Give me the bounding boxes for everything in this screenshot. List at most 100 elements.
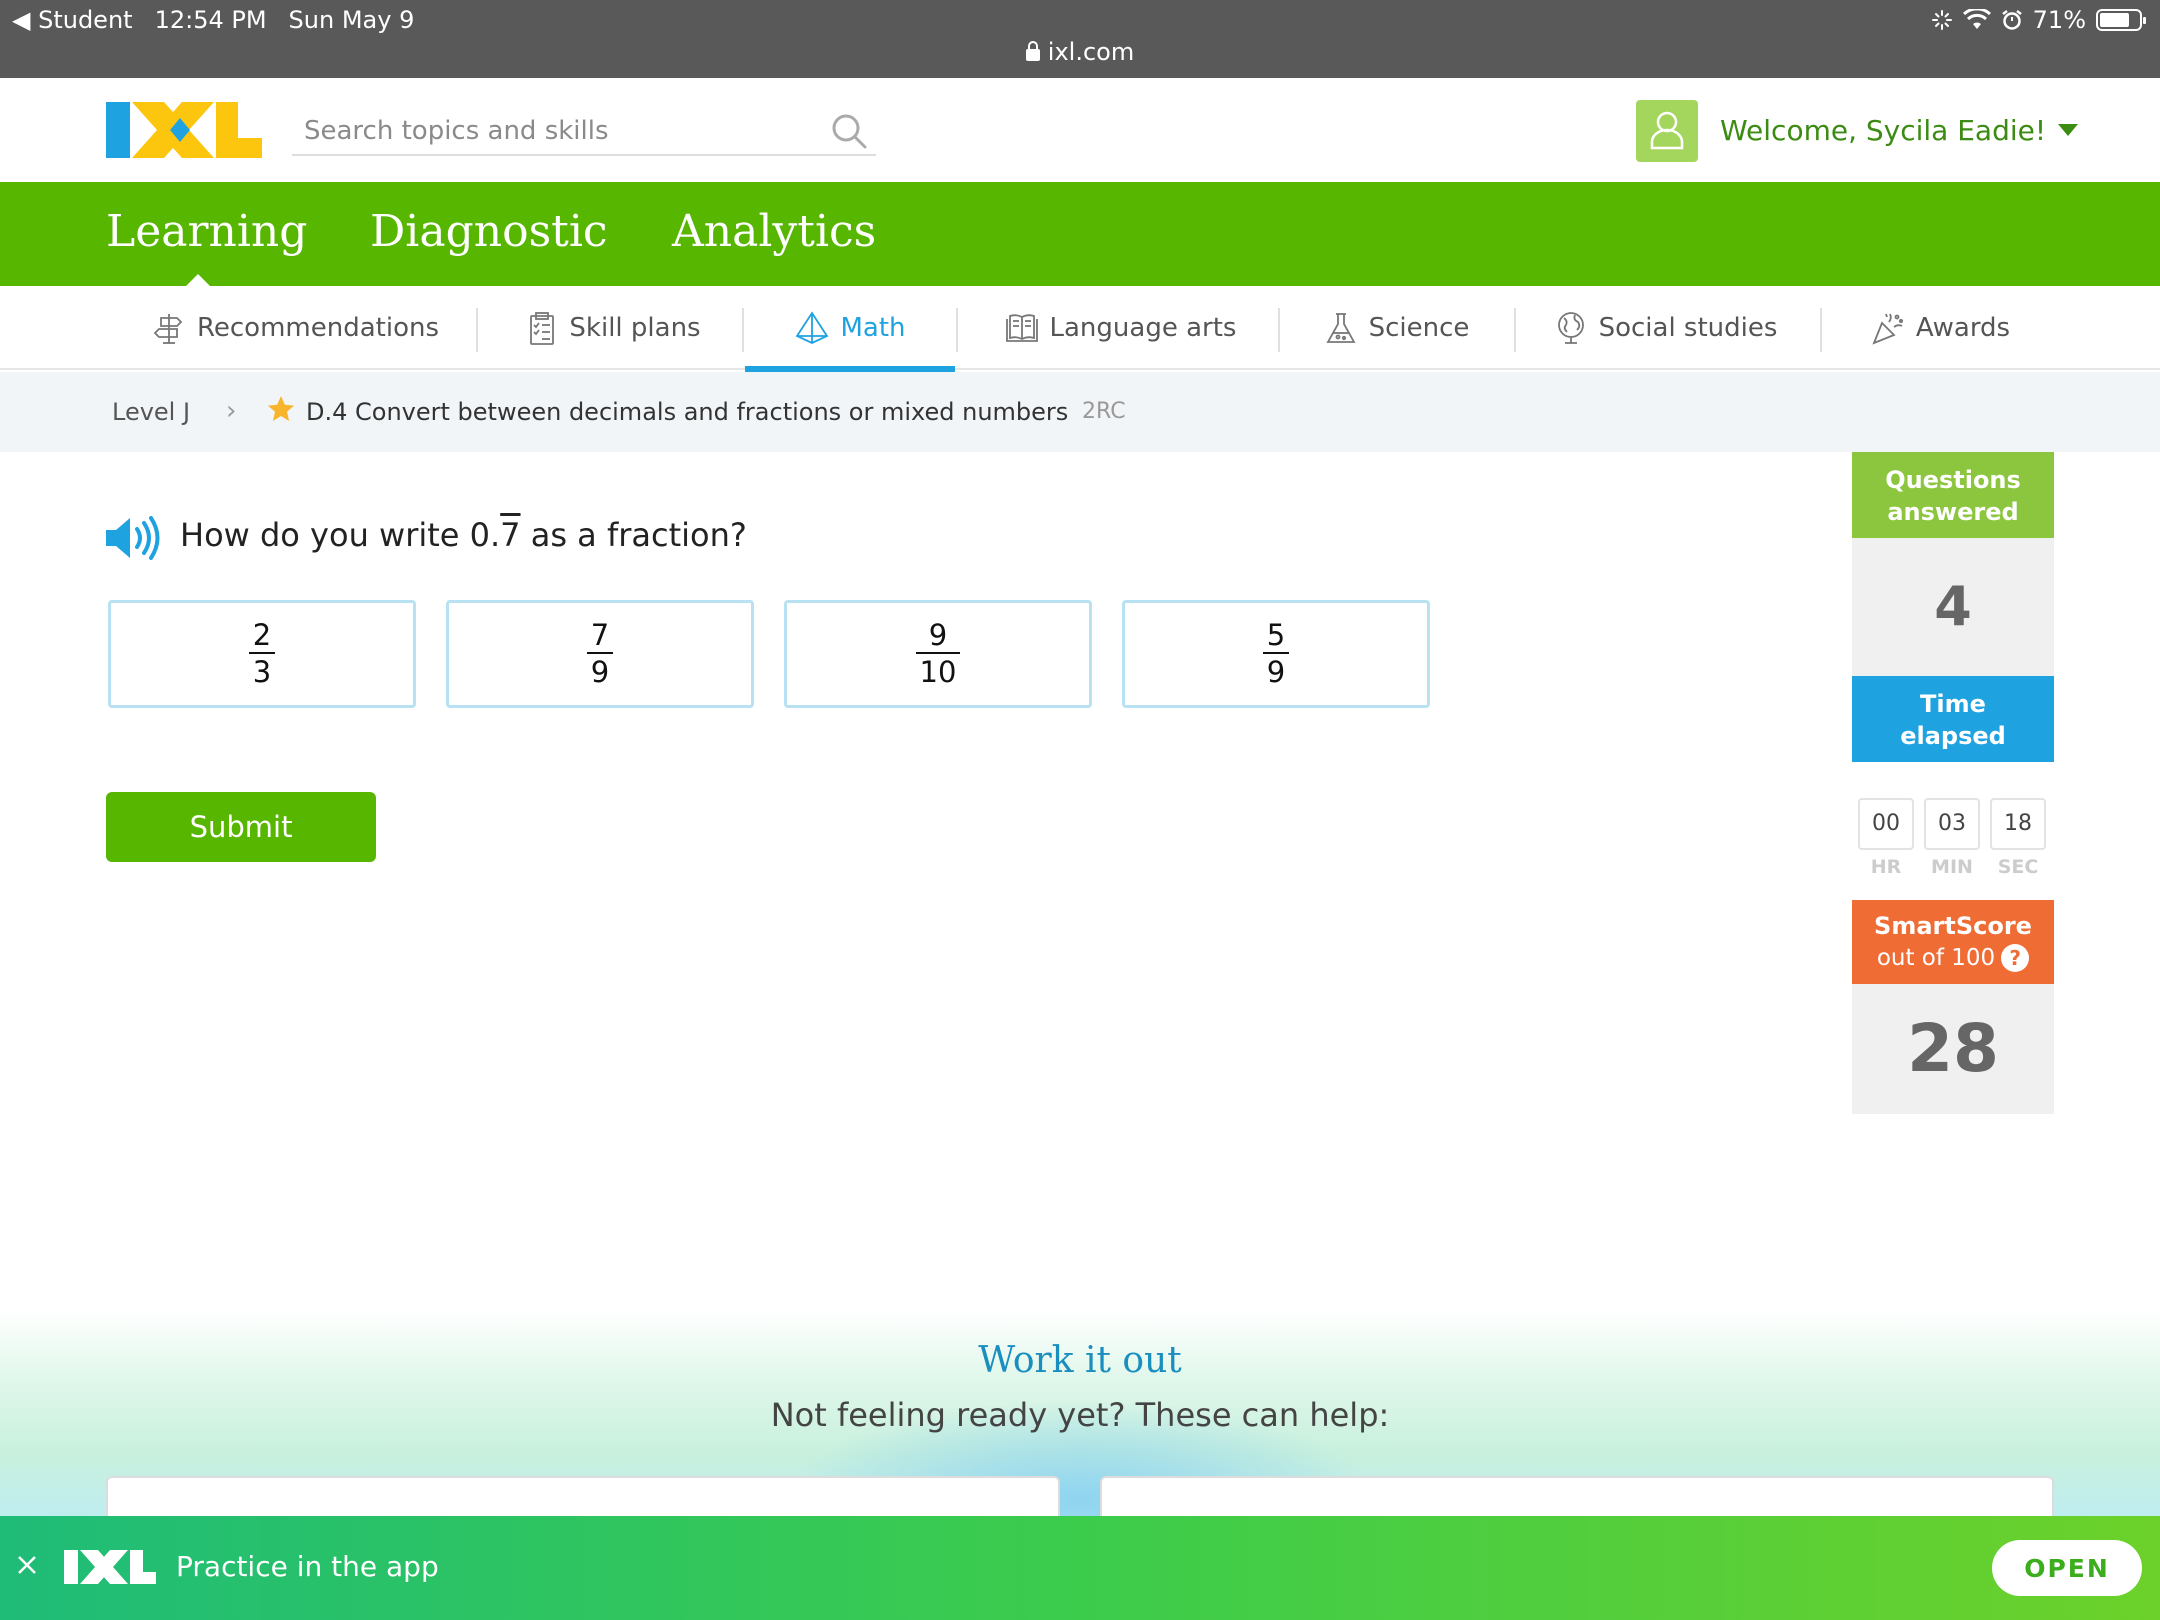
tab-skill-plans[interactable]: Skill plans <box>512 286 712 370</box>
numerator: 2 <box>252 618 272 652</box>
minutes-label: MIN <box>1931 856 1973 878</box>
user-icon <box>1650 111 1684 150</box>
banner-text: Practice in the app <box>176 1550 439 1583</box>
smartscore-value: 28 <box>1852 984 2054 1114</box>
questions-answered-value: 4 <box>1852 538 2054 676</box>
search-icon[interactable] <box>830 112 868 150</box>
welcome-text: Welcome, Sycila Eadie! <box>1720 114 2047 147</box>
avatar[interactable] <box>1636 100 1698 162</box>
globe-icon <box>1557 312 1584 344</box>
answer-choice-4[interactable]: 5 9 <box>1122 600 1430 708</box>
hours-label: HR <box>1870 856 1902 878</box>
submit-button[interactable]: Submit <box>106 792 376 862</box>
tab-divider <box>476 308 478 352</box>
stat-label: SmartScore <box>1874 912 2032 940</box>
tab-label: Math <box>840 313 906 343</box>
chevron-right-icon: › <box>226 396 237 426</box>
answer-choice-3[interactable]: 9 10 <box>784 600 1092 708</box>
lock-icon <box>1025 41 1040 61</box>
tab-divider <box>742 308 744 352</box>
pyramid-icon <box>796 311 829 344</box>
breadcrumb-skill-title: D.4 Convert between decimals and fractio… <box>306 398 1069 426</box>
breadcrumb-level-link[interactable]: Level J <box>112 398 190 426</box>
book-icon <box>1005 314 1038 342</box>
denominator: 10 <box>919 655 957 689</box>
app-banner: Practice in the app OPEN <box>0 1516 2160 1620</box>
nav-analytics[interactable]: Analytics <box>672 206 876 257</box>
answer-choice-1[interactable]: 2 3 <box>108 600 416 708</box>
numerator: 9 <box>928 618 948 652</box>
numerator: 7 <box>590 618 610 652</box>
subject-tabs: Recommendations Skill plans Math Languag… <box>0 286 2160 372</box>
work-it-out-subtitle: Not feeling ready yet? These can help: <box>770 1396 1390 1434</box>
tab-label: Science <box>1368 313 1470 343</box>
open-app-button[interactable]: OPEN <box>1992 1540 2142 1596</box>
tab-awards[interactable]: Awards <box>1860 286 2020 370</box>
denominator: 3 <box>252 655 272 689</box>
site-header: Welcome, Sycila Eadie! <box>0 78 2160 182</box>
tab-divider <box>1514 308 1516 352</box>
tab-language-arts[interactable]: Language arts <box>990 286 1250 370</box>
status-left: ◀ Student 12:54 PM Sun May 9 <box>12 6 414 34</box>
stat-label: Questions <box>1885 466 2021 494</box>
time-elapsed-header: Time elapsed <box>1852 676 2054 762</box>
caret-down-icon <box>2058 124 2079 136</box>
tab-label: Recommendations <box>196 313 439 343</box>
question-text: How do you write 0.7 as a fraction? <box>180 516 747 554</box>
stat-sublabel: out of 100 <box>1876 945 1996 971</box>
url-text: ixl.com <box>1047 38 1135 66</box>
main-nav: Learning Diagnostic Analytics <box>0 182 2160 288</box>
repeating-digit: 7 <box>500 516 521 554</box>
question-prefix: How do you write 0. <box>180 516 501 554</box>
work-it-out-title: Work it out <box>978 1340 1182 1381</box>
fraction: 7 9 <box>586 618 614 690</box>
ixl-logo[interactable] <box>106 102 262 158</box>
status-date: Sun May 9 <box>288 6 415 34</box>
fraction: 5 9 <box>1262 618 1290 690</box>
tab-recommendations[interactable]: Recommendations <box>150 286 440 370</box>
close-icon[interactable] <box>12 1550 42 1580</box>
skill-code: 2RC <box>1082 399 1126 424</box>
questions-answered-header: Questions answered <box>1852 452 2054 538</box>
battery-percent: 71% <box>2032 6 2086 34</box>
tab-divider <box>1278 308 1280 352</box>
time-elapsed-panel: 00 03 18 HR MIN SEC <box>1852 762 2054 900</box>
smartscore-sub: out of 100? <box>1852 942 2054 974</box>
hours-value: 00 <box>1858 798 1914 850</box>
numerator: 5 <box>1266 618 1286 652</box>
tab-label: Social studies <box>1598 313 1778 343</box>
flask-icon <box>1326 313 1356 343</box>
breadcrumb: Level J › D.4 Convert between decimals a… <box>0 372 2160 452</box>
question-mark-icon[interactable]: ? <box>2001 944 2030 972</box>
speaker-icon[interactable] <box>104 514 162 562</box>
status-time: 12:54 PM <box>154 6 267 34</box>
denominator: 9 <box>590 655 610 689</box>
status-right: 71% <box>1931 6 2146 34</box>
search-box <box>292 110 876 156</box>
back-to-app-link[interactable]: ◀ Student <box>12 6 133 34</box>
search-input[interactable] <box>292 110 812 152</box>
ixl-logo-white <box>64 1550 156 1584</box>
fraction: 9 10 <box>915 618 961 690</box>
nav-diagnostic[interactable]: Diagnostic <box>370 206 608 257</box>
tab-divider <box>1820 308 1822 352</box>
signpost-icon <box>153 314 183 344</box>
seconds-label: SEC <box>1997 856 2039 878</box>
welcome-menu[interactable]: Welcome, Sycila Eadie! <box>1720 114 2079 147</box>
smartscore-header: SmartScore out of 100? <box>1852 900 2054 984</box>
tab-social-studies[interactable]: Social studies <box>1548 286 1782 370</box>
ios-status-bar: ◀ Student 12:54 PM Sun May 9 71% ixl.com <box>0 0 2160 78</box>
tab-math[interactable]: Math <box>745 286 955 372</box>
tab-science[interactable]: Science <box>1310 286 1482 370</box>
stat-label: elapsed <box>1900 722 2006 750</box>
tab-label: Awards <box>1915 313 2011 343</box>
answer-choice-2[interactable]: 7 9 <box>446 600 754 708</box>
seconds-value: 18 <box>1990 798 2046 850</box>
stat-label: Time <box>1920 690 1986 718</box>
nav-learning[interactable]: Learning <box>106 206 307 257</box>
star-icon <box>268 396 294 421</box>
minutes-value: 03 <box>1924 798 1980 850</box>
url-bar[interactable]: ixl.com <box>0 38 2160 66</box>
denominator: 9 <box>1266 655 1286 689</box>
stat-label: answered <box>1887 498 2019 526</box>
